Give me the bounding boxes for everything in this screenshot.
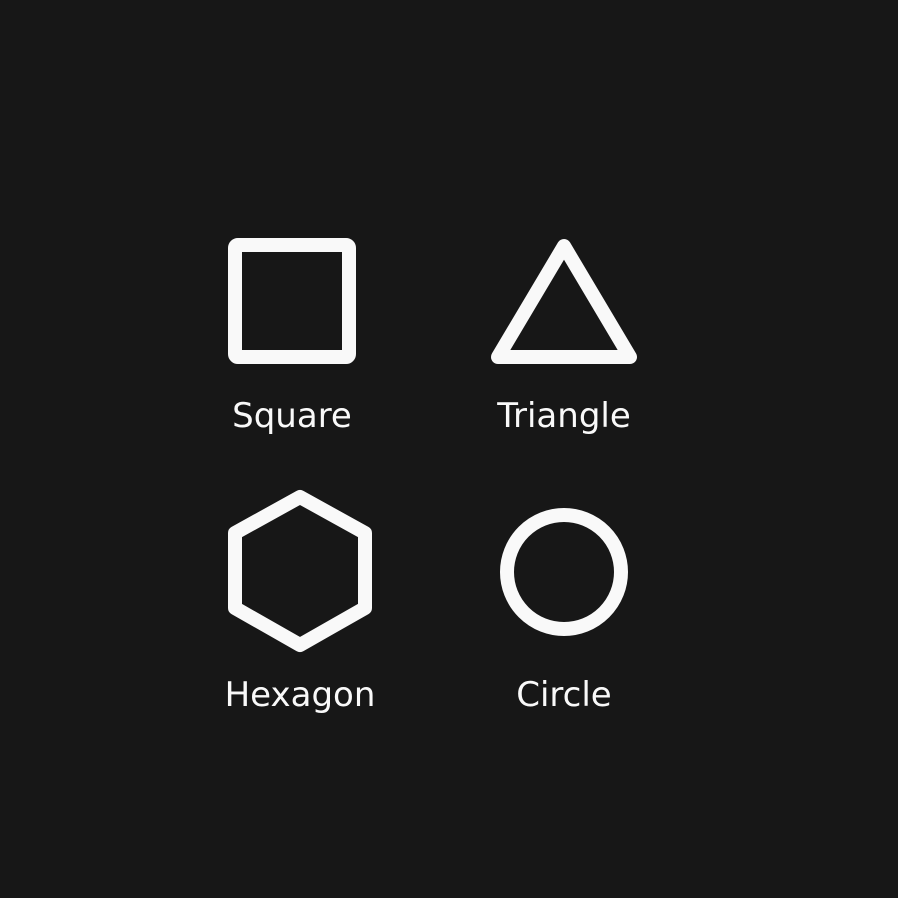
shape-item-square: Square — [228, 238, 356, 438]
shape-label-square: Square — [232, 396, 352, 436]
shapes-canvas: Square Triangle Hexagon Circle — [0, 0, 898, 898]
shape-label-hexagon: Hexagon — [224, 675, 376, 715]
hexagon-icon — [228, 490, 372, 652]
triangle-icon — [491, 239, 637, 364]
shape-item-triangle: Triangle — [491, 238, 637, 438]
shape-label-triangle: Triangle — [497, 396, 631, 436]
circle-icon — [500, 508, 628, 636]
shape-label-circle: Circle — [516, 675, 612, 715]
square-icon — [228, 238, 356, 364]
shape-item-circle: Circle — [500, 508, 628, 718]
shape-item-hexagon: Hexagon — [225, 490, 375, 720]
